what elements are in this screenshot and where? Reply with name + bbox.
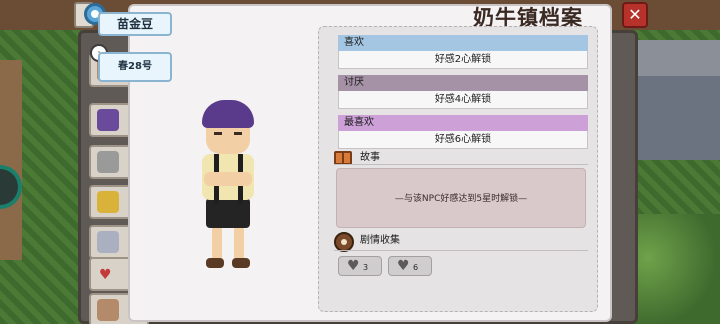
divider (334, 250, 588, 251)
divider (334, 164, 588, 165)
like-value: 好感2心解锁 (338, 51, 588, 69)
heart-icon: ♥ (397, 258, 410, 274)
leg-left (212, 228, 222, 258)
npc-face-icon (97, 231, 119, 253)
wooden-wall (0, 60, 22, 260)
story-label: 故事 (360, 152, 380, 163)
npc-face-icon (97, 151, 119, 173)
shorts (206, 198, 250, 228)
eye-left (214, 132, 222, 135)
like-header: 喜欢 (338, 35, 588, 51)
film-reel-icon (334, 232, 354, 252)
shoe-left (206, 258, 224, 268)
shoe-right (232, 258, 250, 268)
npc-name-label: 苗金豆 (98, 12, 172, 36)
story-collect-button[interactable]: ♥ 6 (388, 256, 432, 276)
heart-count: 3 (363, 263, 369, 272)
leg-right (234, 228, 244, 258)
favorite-value: 好感6心解锁 (338, 131, 588, 149)
book-icon (334, 151, 352, 165)
hair (202, 100, 254, 128)
heart-count: 6 (413, 263, 419, 272)
npc-portrait (196, 100, 266, 280)
npc-face-icon (97, 109, 119, 131)
story-locked-box: —与该NPC好感达到5星时解锁— (336, 168, 586, 228)
npc-face-icon (97, 299, 119, 321)
close-button[interactable]: ✕ (622, 2, 648, 28)
heart-icon: ♥ (347, 258, 360, 274)
heart-icon: ♥ (99, 267, 112, 283)
story-collect-button[interactable]: ♥ 3 (338, 256, 382, 276)
favorite-header: 最喜欢 (338, 115, 588, 131)
npc-face-icon (97, 191, 119, 213)
dislike-value: 好感4心解锁 (338, 91, 588, 109)
collection-label: 剧情收集 (360, 235, 400, 246)
eye-right (234, 132, 242, 135)
dislike-header: 讨厌 (338, 75, 588, 91)
crossed-arms (204, 172, 252, 186)
npc-birthday-label: 春28号 (98, 52, 172, 82)
